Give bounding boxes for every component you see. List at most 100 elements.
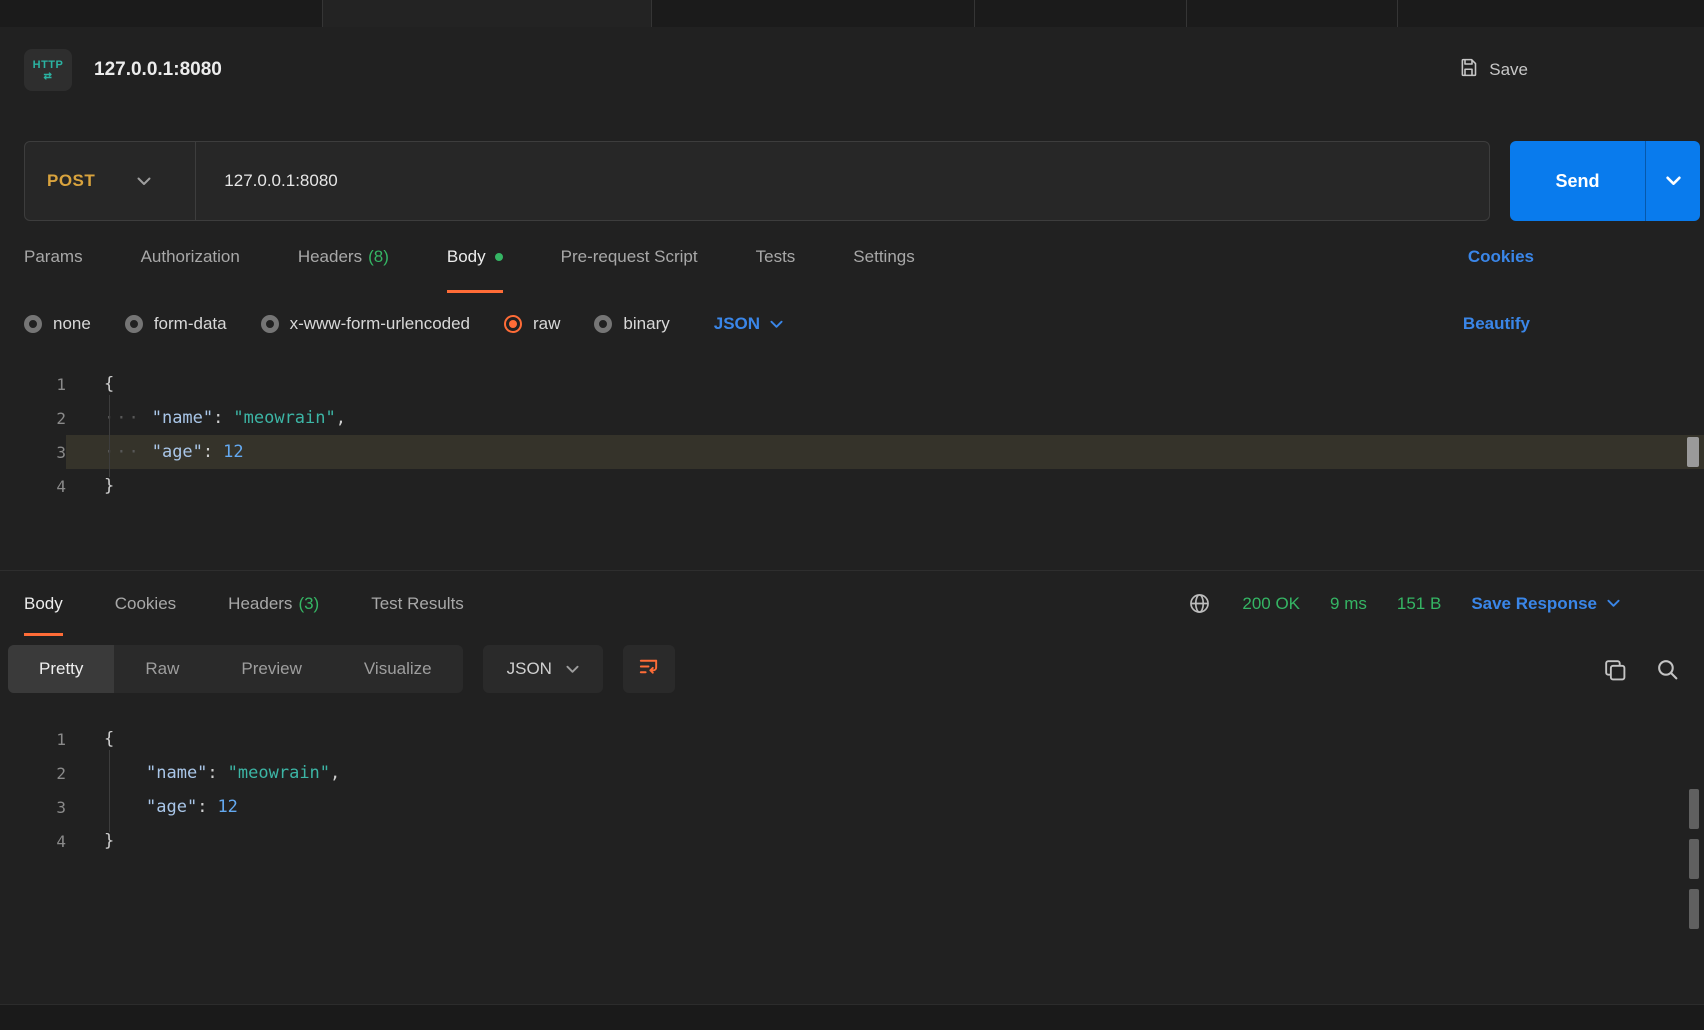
send-button[interactable]: Send [1510,141,1700,221]
window-bottom-bar [0,1004,1704,1030]
tab-pre-request-script[interactable]: Pre-request Script [561,221,698,293]
mode-label: form-data [154,314,227,334]
http-method-icon: HTTP [24,49,72,91]
view-visualize[interactable]: Visualize [333,645,463,693]
save-response-button[interactable]: Save Response [1471,594,1620,614]
bracket-pair-guide [109,395,110,477]
method-select[interactable]: POST [25,142,195,220]
url-input[interactable]: 127.0.0.1:8080 [196,171,1489,191]
line-number: 2 [0,401,66,435]
response-language-select[interactable]: JSON [483,645,603,693]
beautify-link[interactable]: Beautify [1463,314,1680,334]
tab-params[interactable]: Params [24,221,83,293]
code-line: 4 } [0,824,1704,858]
body-language-select[interactable]: JSON [714,314,783,334]
window-tab-strip[interactable] [0,0,1704,27]
code-token: 12 [223,442,243,462]
response-tab-body[interactable]: Body [24,571,63,636]
response-body-viewer[interactable]: 1 { 2 "name":"meowrain", 3 "age":12 4 } [0,702,1704,1003]
code-token: 12 [217,797,237,817]
viewer-scrollbar-thumb[interactable] [1689,789,1699,829]
tab-headers[interactable]: Headers (8) [298,221,389,293]
code-token: : [197,797,207,817]
view-raw[interactable]: Raw [114,645,210,693]
request-title-row: HTTP 127.0.0.1:8080 Save [0,27,1704,113]
code-token: "meowrain" [228,763,330,783]
code-token: "name" [152,408,213,428]
active-window-tab[interactable] [322,0,651,27]
chevron-down-icon [566,665,579,674]
tab-label: Authorization [141,247,240,267]
code-token: "age" [146,797,197,817]
app-window: HTTP 127.0.0.1:8080 Save POST 127.0.0.1:… [0,0,1704,1030]
tab-body[interactable]: Body [447,221,503,293]
search-icon[interactable] [1655,657,1680,682]
window-tab-separator [1186,0,1187,27]
send-button-label[interactable]: Send [1510,141,1645,221]
code-line: 1 { [0,367,1704,401]
tab-settings[interactable]: Settings [853,221,914,293]
viewer-scrollbar-thumb[interactable] [1689,889,1699,929]
code-token: , [336,408,346,428]
code-token: : [203,442,213,462]
mode-x-www-form-urlencoded[interactable]: x-www-form-urlencoded [261,314,470,334]
body-present-dot [495,253,503,261]
code-line: 4 } [0,469,1704,503]
radio-icon[interactable] [125,315,143,333]
line-number: 1 [0,722,66,756]
send-options-chevron-icon[interactable] [1646,141,1700,221]
code-token: , [330,763,340,783]
response-size[interactable]: 151 B [1397,594,1441,614]
response-tab-cookies[interactable]: Cookies [115,571,176,636]
mode-label: x-www-form-urlencoded [290,314,470,334]
response-tab-test-results[interactable]: Test Results [371,571,464,636]
editor-scrollbar-thumb[interactable] [1687,437,1699,467]
tab-label: Headers [298,247,362,267]
tab-tests[interactable]: Tests [756,221,796,293]
wrap-line-icon [637,655,660,683]
language-label: JSON [714,314,760,334]
code-token: "name" [146,763,207,783]
body-mode-row: none form-data x-www-form-urlencoded raw… [0,293,1704,355]
copy-icon[interactable] [1602,657,1627,682]
viewer-scrollbar-thumb[interactable] [1689,839,1699,879]
tab-label: Headers [228,594,292,614]
response-time[interactable]: 9 ms [1330,594,1367,614]
chevron-down-icon [770,320,783,329]
code-line: 2 "name":"meowrain", [0,756,1704,790]
save-response-label: Save Response [1471,594,1597,614]
wrap-line-button[interactable] [623,645,675,693]
mode-raw[interactable]: raw [504,314,560,334]
request-body-editor[interactable]: 1 { 2 ···"name":"meowrain", 3 ···"age":1… [0,355,1704,570]
mode-none[interactable]: none [24,314,91,334]
radio-icon[interactable] [24,315,42,333]
response-tab-headers[interactable]: Headers (3) [228,571,319,636]
tab-label: Test Results [371,594,464,614]
floppy-disk-icon [1458,57,1479,83]
chevron-down-icon [137,177,151,186]
response-view-switcher: Pretty Raw Preview Visualize [8,645,463,693]
radio-icon[interactable] [261,315,279,333]
mode-form-data[interactable]: form-data [125,314,227,334]
cookies-link[interactable]: Cookies [1468,247,1680,267]
code-token: { [104,729,114,749]
view-pretty[interactable]: Pretty [8,645,114,693]
code-token: } [104,831,114,851]
radio-icon[interactable] [594,315,612,333]
line-number: 3 [0,790,66,824]
method-label: POST [47,171,95,191]
line-number: 4 [0,469,66,503]
tab-label: Tests [756,247,796,267]
status-badge[interactable]: 200 OK [1242,594,1300,614]
view-preview[interactable]: Preview [210,645,332,693]
mode-binary[interactable]: binary [594,314,669,334]
tab-authorization[interactable]: Authorization [141,221,240,293]
mode-label: none [53,314,91,334]
window-tab-separator [1397,0,1398,27]
radio-selected-icon[interactable] [504,315,522,333]
request-tab-bar: Params Authorization Headers (8) Body Pr… [0,221,1704,293]
code-token: "meowrain" [233,408,335,428]
network-globe-icon[interactable] [1187,591,1212,616]
line-number: 4 [0,824,66,858]
save-button[interactable]: Save [1458,57,1528,83]
